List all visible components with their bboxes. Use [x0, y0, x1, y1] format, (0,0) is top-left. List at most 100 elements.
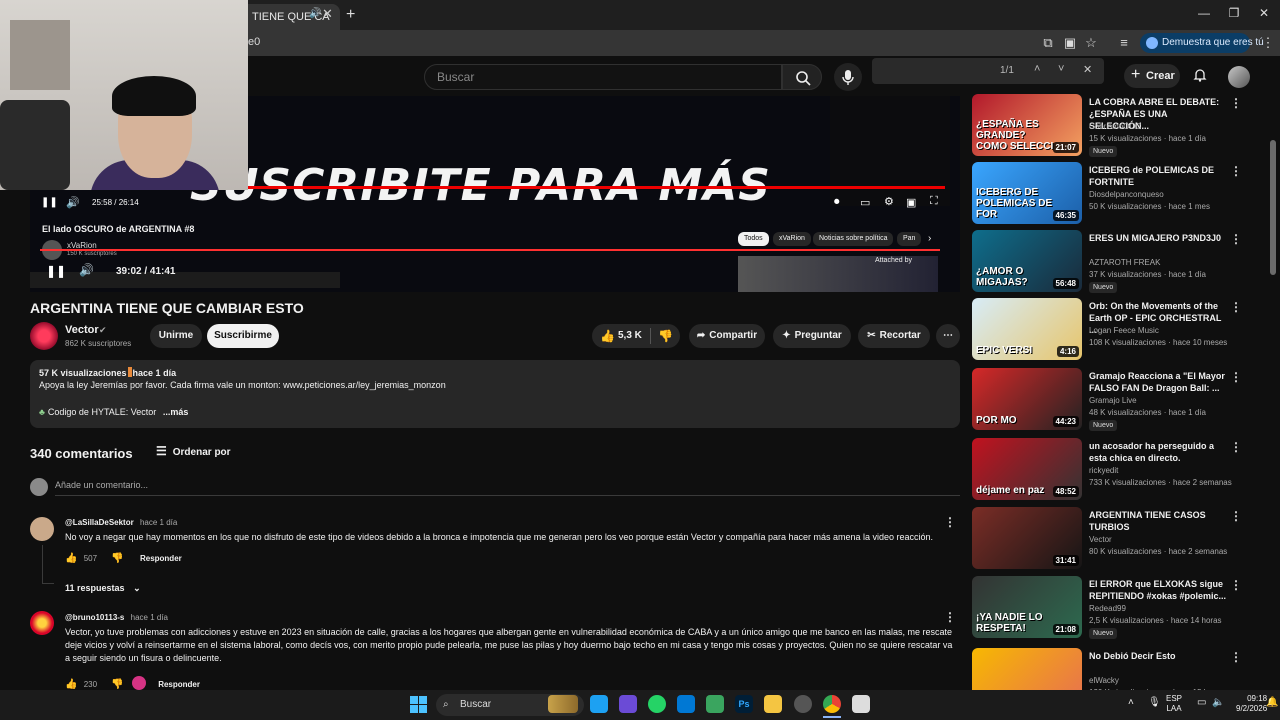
- like-icon[interactable]: 👍: [600, 324, 615, 348]
- comment-author[interactable]: @bruno10113-s hace 1 día: [65, 613, 168, 622]
- photoshop-icon[interactable]: Ps: [735, 695, 753, 713]
- fullscreen-icon[interactable]: ⛶: [930, 195, 938, 208]
- tray-chevron-icon[interactable]: ˄: [1128, 697, 1134, 708]
- reader-icon[interactable]: ▣: [1062, 35, 1078, 51]
- comment-menu-icon[interactable]: ⋮: [944, 610, 956, 624]
- rec-thumbnail[interactable]: ¿ESPAÑA ES GRANDE? COMO SELECCI 21:07: [972, 94, 1082, 156]
- rec-thumbnail[interactable]: ICEBERG DE POLEMICAS DE FOR 46:35: [972, 162, 1082, 224]
- rec-channel[interactable]: Gramajo Live: [1089, 396, 1137, 405]
- scrollbar[interactable]: [1270, 140, 1276, 275]
- search-input[interactable]: Buscar: [424, 64, 782, 90]
- find-close-icon[interactable]: ✕: [1083, 63, 1092, 76]
- speaker-tray-icon[interactable]: 🔈: [1212, 697, 1224, 708]
- join-button[interactable]: Unirme: [150, 324, 202, 348]
- rec-menu-icon[interactable]: ⋮: [1230, 370, 1242, 384]
- find-next-icon[interactable]: ˅: [1058, 63, 1064, 75]
- minimize-icon[interactable]: —: [1194, 6, 1214, 20]
- rec-title[interactable]: un acosador ha perseguido a esta chica e…: [1089, 440, 1229, 464]
- app-icon-1[interactable]: [590, 695, 608, 713]
- tray-mic-icon[interactable]: 🎙: [1148, 697, 1161, 708]
- rec-channel[interactable]: Vector: [1089, 535, 1112, 544]
- windows-start-icon[interactable]: [410, 696, 427, 713]
- rec-channel[interactable]: AZTAROTH FREAK: [1089, 258, 1160, 267]
- install-icon[interactable]: ⧉: [1040, 35, 1056, 51]
- media-icon[interactable]: ≡: [1116, 35, 1132, 51]
- window-close-icon[interactable]: ✕: [1254, 6, 1274, 20]
- miniplayer-icon[interactable]: ▣: [906, 196, 916, 209]
- rec-menu-icon[interactable]: ⋮: [1230, 232, 1242, 246]
- add-comment-input[interactable]: Añade un comentario...: [55, 480, 148, 490]
- app-icon-3[interactable]: [706, 695, 724, 713]
- menu-icon[interactable]: ⋮: [1260, 35, 1276, 51]
- rec-title[interactable]: ICEBERG de POLEMICAS DE FORTNITE: [1089, 164, 1229, 188]
- reply-button[interactable]: Responder: [140, 554, 182, 563]
- restore-icon[interactable]: ❐: [1224, 6, 1244, 20]
- sort-button[interactable]: ☰ Ordenar por: [156, 444, 231, 458]
- reply-button[interactable]: Responder: [158, 680, 200, 689]
- rec-menu-icon[interactable]: ⋮: [1230, 578, 1242, 592]
- chrome-icon[interactable]: [823, 695, 841, 713]
- ask-button[interactable]: ✦ Preguntar: [773, 324, 851, 348]
- whatsapp-icon[interactable]: [648, 695, 666, 713]
- rec-thumbnail[interactable]: ¡YA NADIE LO RESPETA! 21:08: [972, 576, 1082, 638]
- rec-channel[interactable]: Logan Feece Music: [1089, 326, 1159, 335]
- rec-menu-icon[interactable]: ⋮: [1230, 440, 1242, 454]
- search-button[interactable]: [782, 64, 822, 90]
- comment-like-icon[interactable]: 👍: [65, 553, 77, 564]
- comment-dislike-icon[interactable]: 👎: [111, 553, 123, 564]
- comment-dislike-icon[interactable]: 👎: [111, 679, 123, 690]
- rec-title[interactable]: ERES UN MIGAJERO P3ND3J0: [1089, 232, 1229, 244]
- clip-button[interactable]: ✂ Recortar: [858, 324, 930, 348]
- rec-title[interactable]: No Debió Decir Esto: [1089, 650, 1229, 662]
- rec-menu-icon[interactable]: ⋮: [1230, 164, 1242, 178]
- url-text[interactable]: e0: [248, 36, 260, 48]
- comment-menu-icon[interactable]: ⋮: [944, 515, 956, 529]
- rec-menu-icon[interactable]: ⋮: [1230, 650, 1242, 664]
- comment-like-icon[interactable]: 👍: [65, 679, 77, 690]
- subscribe-button[interactable]: Suscribirme: [207, 324, 279, 348]
- rec-title[interactable]: Gramajo Reacciona a "El Mayor FALSO FAN …: [1089, 370, 1229, 394]
- more-actions-button[interactable]: ⋯: [936, 324, 960, 348]
- taskbar-clock[interactable]: 09:18 9/2/2026: [1236, 694, 1267, 714]
- share-button[interactable]: ➦ Compartir: [689, 324, 765, 348]
- notifications-icon[interactable]: [1192, 67, 1208, 83]
- notification-center-icon[interactable]: 🔔: [1266, 697, 1278, 708]
- star-icon[interactable]: ☆: [1083, 35, 1099, 51]
- close-tab-icon[interactable]: ✕: [322, 6, 333, 22]
- account-avatar[interactable]: [1228, 66, 1250, 88]
- subtitles-icon[interactable]: ▭: [860, 196, 870, 209]
- like-dislike-group[interactable]: 👍 5,3 K 👎: [592, 324, 680, 348]
- language-indicator[interactable]: ESP LAA: [1166, 694, 1182, 714]
- app-icon-2[interactable]: [619, 695, 637, 713]
- profile-chip[interactable]: Demuestra que eres tú: [1140, 33, 1264, 53]
- rec-thumbnail[interactable]: POR MO 44:23: [972, 368, 1082, 430]
- app-icon-4[interactable]: [794, 695, 812, 713]
- rec-thumbnail[interactable]: 31:41: [972, 507, 1082, 569]
- rec-thumbnail[interactable]: déjame en paz 48:52: [972, 438, 1082, 500]
- find-prev-icon[interactable]: ˄: [1034, 63, 1040, 75]
- find-bar[interactable]: [872, 58, 1104, 84]
- rec-channel[interactable]: elWacky: [1089, 676, 1119, 685]
- rec-menu-icon[interactable]: ⋮: [1230, 509, 1242, 523]
- voice-search-button[interactable]: [834, 63, 862, 91]
- pause-icon[interactable]: ❚❚: [41, 197, 58, 208]
- comment-author[interactable]: @LaSillaDeSektor hace 1 día: [65, 518, 177, 527]
- dislike-icon[interactable]: 👎: [658, 324, 673, 348]
- rec-channel[interactable]: Diosdelpanconqueso: [1089, 190, 1164, 199]
- rec-thumbnail[interactable]: EPIC VERSI 4:16: [972, 298, 1082, 360]
- rec-thumbnail[interactable]: ¿AMOR O MIGAJAS? 56:48: [972, 230, 1082, 292]
- channel-avatar[interactable]: [30, 322, 58, 350]
- volume-icon[interactable]: 🔊: [66, 196, 80, 209]
- settings-icon[interactable]: ⚙: [884, 195, 894, 208]
- rec-channel[interactable]: rickyedit: [1089, 466, 1118, 475]
- new-tab-icon[interactable]: +: [346, 6, 364, 24]
- show-more-link[interactable]: ...más: [163, 407, 189, 417]
- rec-menu-icon[interactable]: ⋮: [1230, 300, 1242, 314]
- rec-title[interactable]: El ERROR que ELXOKAS sigue REPITIENDO #x…: [1089, 578, 1229, 602]
- folder-icon[interactable]: [764, 695, 782, 713]
- comment-avatar[interactable]: [30, 611, 54, 635]
- app-icon-5[interactable]: [852, 695, 870, 713]
- rec-menu-icon[interactable]: ⋮: [1230, 96, 1242, 110]
- replies-toggle[interactable]: 11 respuestas ⌄: [65, 583, 141, 594]
- vscode-icon[interactable]: [677, 695, 695, 713]
